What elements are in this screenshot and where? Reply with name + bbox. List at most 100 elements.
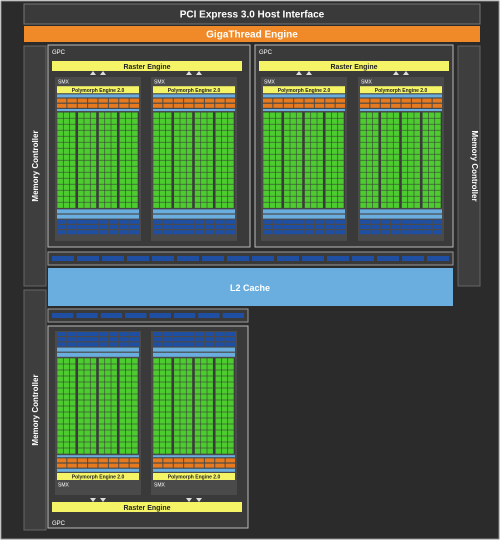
cuda-core — [125, 148, 132, 154]
texture-unit-cell — [215, 337, 225, 342]
cuda-core — [78, 412, 84, 418]
cuda-core — [174, 436, 180, 442]
cuda-core — [269, 202, 276, 208]
cuda-core — [221, 160, 228, 166]
cuda-core — [201, 136, 207, 142]
cuda-core — [180, 154, 186, 160]
texture-unit-cell — [380, 225, 391, 229]
cuda-core — [180, 196, 186, 202]
smx-label: SMX — [154, 483, 166, 489]
cuda-core — [201, 124, 207, 130]
tex-cache-cell — [153, 332, 163, 336]
register-file-bar — [153, 455, 235, 458]
cuda-core — [201, 112, 207, 118]
cuda-core — [84, 142, 90, 148]
cuda-core — [228, 148, 234, 154]
cuda-core — [366, 136, 373, 142]
cuda-core — [228, 412, 234, 418]
cuda-core — [165, 166, 172, 172]
cuda-core — [78, 184, 84, 190]
cuda-core — [194, 388, 201, 394]
cuda-core — [296, 172, 303, 178]
texture-unit-cell — [215, 342, 225, 347]
cuda-core — [408, 118, 414, 124]
cuda-core — [207, 196, 213, 202]
memory-controller-label: Memory Controller — [31, 130, 40, 201]
cuda-core — [387, 124, 393, 130]
cuda-core — [201, 172, 207, 178]
cuda-core — [57, 400, 63, 406]
cuda-core — [331, 178, 338, 184]
texture-unit-cell — [129, 337, 139, 342]
cuda-core — [290, 148, 296, 154]
cuda-core — [111, 124, 117, 130]
cuda-core — [69, 190, 76, 196]
dispatch-unit-cell — [173, 458, 184, 463]
cuda-core — [269, 166, 276, 172]
cuda-core — [180, 178, 186, 184]
cuda-core — [90, 406, 97, 412]
cuda-core — [228, 436, 234, 442]
dispatch-unit-cell — [432, 103, 442, 108]
interconnect-bar — [57, 209, 139, 214]
cuda-core — [119, 400, 126, 406]
cuda-core — [111, 376, 117, 382]
cuda-core — [338, 172, 344, 178]
tex-cache-cell — [314, 230, 325, 235]
cuda-core — [78, 190, 84, 196]
cuda-core — [221, 196, 228, 202]
cuda-core — [360, 136, 366, 142]
cuda-core — [228, 376, 234, 382]
cuda-core — [125, 136, 132, 142]
cuda-core — [221, 370, 228, 376]
tex-cache-cell — [215, 230, 225, 235]
cuda-core — [221, 388, 228, 394]
cuda-core — [207, 436, 213, 442]
texture-unit-cell — [411, 225, 422, 229]
warp-scheduler-cell — [163, 463, 173, 468]
cuda-core — [125, 124, 132, 130]
cuda-core — [366, 184, 373, 190]
texture-unit-cell — [432, 219, 442, 224]
cuda-core — [331, 160, 338, 166]
cuda-core — [90, 448, 97, 454]
cuda-core — [119, 430, 126, 436]
cuda-core — [57, 394, 63, 400]
shared-memory-bar — [57, 214, 139, 219]
cuda-core — [338, 154, 344, 160]
cuda-core — [69, 394, 76, 400]
cuda-core — [111, 142, 117, 148]
cuda-core — [215, 178, 222, 184]
cuda-core — [174, 418, 180, 424]
dispatch-unit-cell — [67, 103, 77, 108]
cuda-core — [84, 400, 90, 406]
l2-register-cell — [377, 256, 399, 261]
warp-scheduler-cell — [67, 463, 77, 468]
raster-engine-label: Raster Engine — [123, 64, 170, 71]
cuda-core — [153, 148, 159, 154]
cuda-core — [408, 142, 414, 148]
cuda-core — [63, 148, 70, 154]
cuda-core — [57, 376, 63, 382]
cuda-core — [186, 166, 193, 172]
cuda-core — [207, 448, 213, 454]
cuda-core — [69, 166, 76, 172]
cuda-core — [69, 448, 76, 454]
dispatch-unit-cell — [273, 103, 283, 108]
cuda-core — [119, 412, 126, 418]
cuda-core — [125, 394, 132, 400]
interconnect-bar — [153, 352, 235, 357]
cuda-core — [153, 202, 159, 208]
cuda-core — [98, 388, 105, 394]
cuda-core — [215, 124, 222, 130]
cuda-core — [201, 418, 207, 424]
cuda-core — [165, 430, 172, 436]
texture-unit-cell — [360, 225, 370, 229]
cuda-core — [194, 436, 201, 442]
cuda-core — [69, 130, 76, 136]
cuda-core — [105, 358, 111, 364]
warp-scheduler-cell — [283, 98, 294, 103]
cuda-core — [207, 406, 213, 412]
cuda-core — [422, 178, 429, 184]
cuda-core — [119, 136, 126, 142]
